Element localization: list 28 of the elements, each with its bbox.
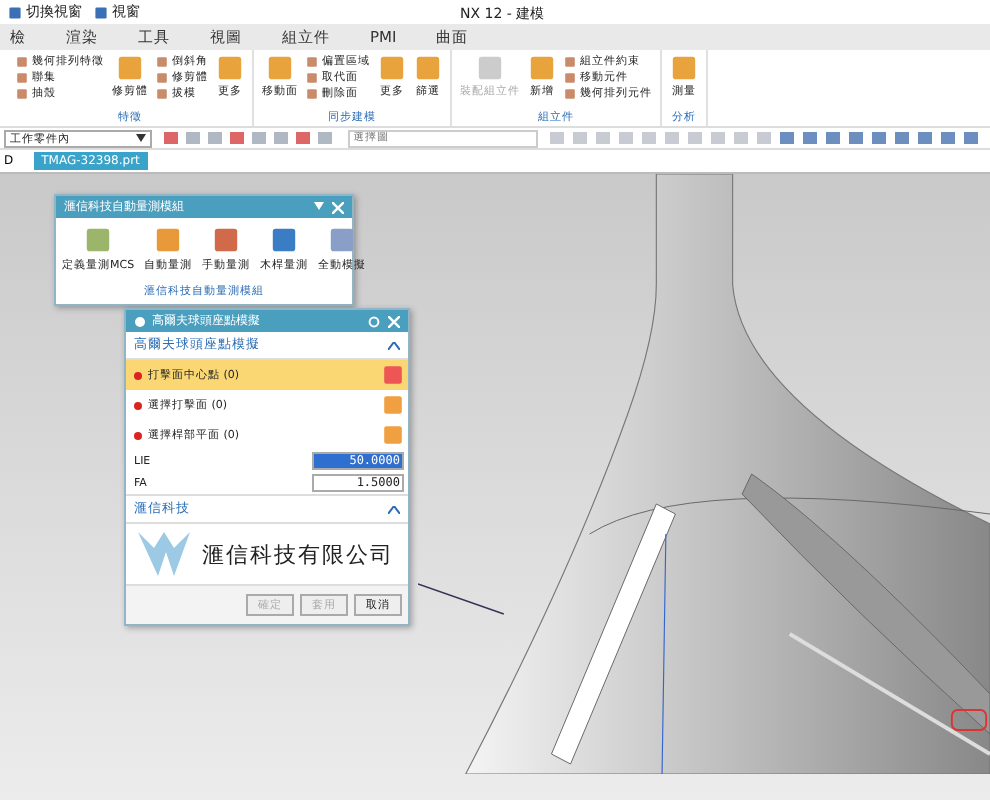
- required-icon: [134, 431, 142, 439]
- required-icon: [134, 401, 142, 409]
- reset-icon[interactable]: [368, 315, 380, 327]
- tool-icon: [212, 226, 241, 254]
- tool-icon: [154, 226, 183, 254]
- caret-icon[interactable]: [314, 201, 324, 209]
- company-name: 滙信科技有限公司: [202, 539, 394, 569]
- tool-icon: [328, 226, 357, 254]
- tool-icon: [528, 54, 556, 82]
- close-icon[interactable]: [332, 201, 344, 213]
- collapse-icon[interactable]: [388, 341, 400, 349]
- tool-icon: [378, 54, 406, 82]
- required-icon: [134, 371, 142, 379]
- window-icon: [8, 5, 22, 19]
- window-icon: [94, 5, 108, 19]
- logo-icon: [138, 532, 190, 576]
- caret-icon: [136, 134, 147, 142]
- tool-icon: [476, 54, 504, 82]
- toolbar-icons-drawing[interactable]: [164, 130, 336, 146]
- tool-icon: [670, 54, 698, 82]
- tool-icon: [414, 54, 442, 82]
- tool-icon: [216, 54, 244, 82]
- tool-icon: [84, 226, 113, 254]
- tool-icon: [270, 226, 299, 254]
- close-icon[interactable]: [388, 315, 400, 327]
- tool-icon: [116, 54, 144, 82]
- collapse-icon[interactable]: [388, 505, 400, 513]
- tool-icon: [266, 54, 294, 82]
